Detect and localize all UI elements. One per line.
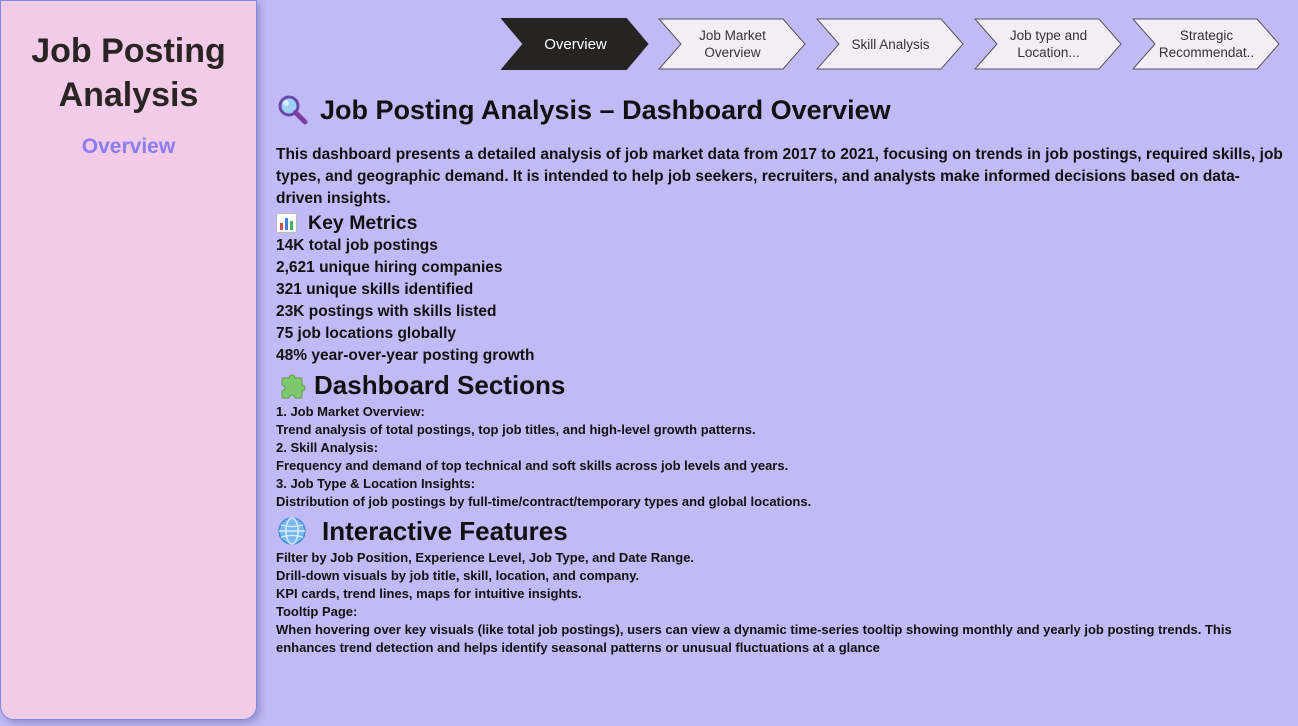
nav-tab-label: Overview xyxy=(544,35,607,53)
globe-icon xyxy=(276,516,308,546)
feature-line: Tooltip Page: xyxy=(276,604,358,619)
metric-item: 14K total job postings xyxy=(276,237,438,254)
key-metrics-list: 14K total job postings 2,621 unique hiri… xyxy=(276,235,1286,367)
section-line: Trend analysis of total postings, top jo… xyxy=(276,422,756,437)
feature-line: Filter by Job Position, Experience Level… xyxy=(276,550,695,565)
nav-tab-label: Skill Analysis xyxy=(851,36,930,52)
feature-line: KPI cards, trend lines, maps for intuiti… xyxy=(276,586,582,601)
page-navigation: Overview Job Market Overview Skill Analy… xyxy=(501,18,1291,70)
section-line: 3. Job Type & Location Insights: xyxy=(276,476,476,491)
nav-tab-label: Job type and Location... xyxy=(1009,28,1088,60)
key-metrics-title: Key Metrics xyxy=(308,211,418,234)
magnifier-icon xyxy=(276,94,308,126)
nav-tab-overview[interactable]: Overview xyxy=(501,18,650,70)
key-metrics-heading: Key Metrics xyxy=(276,211,1286,235)
nav-tab-skill-analysis[interactable]: Skill Analysis xyxy=(816,18,965,70)
nav-tab-label: Job Market Overview xyxy=(699,28,766,60)
page-heading: Job Posting Analysis – Dashboard Overvie… xyxy=(276,90,1286,130)
feature-line: When hovering over key visuals (like tot… xyxy=(276,622,1232,655)
interactive-features-heading: Interactive Features xyxy=(276,513,1286,549)
sidebar-subtitle: Overview xyxy=(81,135,176,158)
nav-tab-label: Strategic Recommendat.. xyxy=(1158,28,1255,60)
metric-item: 75 job locations globally xyxy=(276,325,457,342)
nav-tab-job-type-location[interactable]: Job type and Location... xyxy=(974,18,1123,70)
puzzle-icon xyxy=(276,370,308,400)
section-line: Frequency and demand of top technical an… xyxy=(276,458,789,473)
dashboard-sections-title: Dashboard Sections xyxy=(314,369,566,400)
interactive-features-title: Interactive Features xyxy=(322,515,568,546)
sidebar-panel: Job Posting Analysis Overview xyxy=(0,0,257,720)
metric-item: 23K postings with skills listed xyxy=(276,303,497,320)
page-title: Job Posting Analysis – Dashboard Overvie… xyxy=(320,94,891,125)
sections-list: 1. Job Market Overview: Trend analysis o… xyxy=(276,403,1286,511)
metric-item: 48% year-over-year posting growth xyxy=(276,347,535,364)
nav-tab-job-market-overview[interactable]: Job Market Overview xyxy=(658,18,807,70)
section-line: 2. Skill Analysis: xyxy=(276,440,379,455)
nav-tab-strategic-recommendations[interactable]: Strategic Recommendat.. xyxy=(1132,18,1281,70)
sidebar-title: Job Posting Analysis xyxy=(31,32,226,114)
dashboard-sections-heading: Dashboard Sections xyxy=(276,367,1286,403)
metric-item: 2,621 unique hiring companies xyxy=(276,259,503,276)
main-content: Job Posting Analysis – Dashboard Overvie… xyxy=(276,90,1286,657)
feature-line: Drill-down visuals by job title, skill, … xyxy=(276,568,640,583)
section-line: 1. Job Market Overview: xyxy=(276,404,425,419)
intro-paragraph: This dashboard presents a detailed analy… xyxy=(276,146,1283,207)
section-line: Distribution of job postings by full-tim… xyxy=(276,494,812,509)
bar-chart-icon xyxy=(276,213,298,233)
features-list: Filter by Job Position, Experience Level… xyxy=(276,549,1286,657)
metric-item: 321 unique skills identified xyxy=(276,281,474,298)
